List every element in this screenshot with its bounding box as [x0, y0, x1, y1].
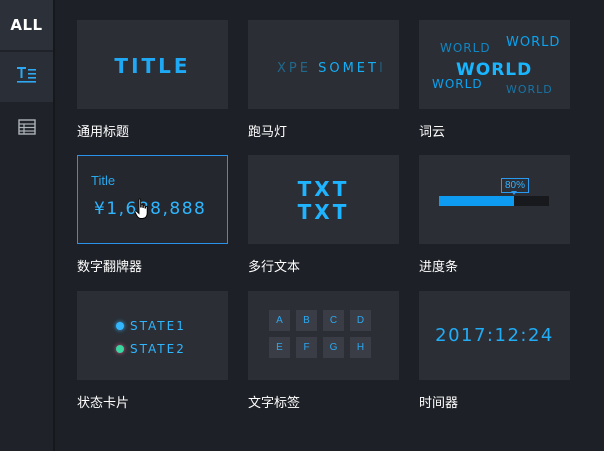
card-marquee-preview[interactable]: XPE SOMETI [248, 20, 399, 109]
card-timer-preview[interactable]: 2017:12:24 [419, 291, 570, 380]
card-progress-label: 进度条 [419, 260, 459, 275]
card-status[interactable]: STATE1 STATE2 状态卡片 [77, 291, 228, 411]
card-multiline-preview[interactable]: TXT TXT [248, 155, 399, 244]
category-all-button[interactable]: ALL [0, 0, 53, 50]
category-text-button[interactable] [0, 52, 53, 102]
status-label: STATE2 [130, 342, 186, 356]
text-format-icon [16, 66, 38, 89]
tag-chip: G [323, 337, 344, 358]
counter-preview-value: ¥1,688,888 [94, 199, 207, 219]
title-preview-text: TITLE [114, 54, 191, 78]
progress-fill [439, 196, 514, 206]
card-counter-preview[interactable]: Title ¥1,688,888 [77, 155, 228, 244]
card-progress[interactable]: 80% 进度条 [419, 155, 570, 275]
tag-chip: E [269, 337, 290, 358]
wordcloud-word: WORLD [506, 35, 561, 50]
card-tags-label: 文字标签 [248, 396, 301, 411]
card-title-label: 通用标题 [77, 125, 130, 140]
card-multiline-label: 多行文本 [248, 260, 301, 275]
progress-track [439, 196, 549, 206]
timer-preview-text: 2017:12:24 [435, 325, 554, 346]
card-wordcloud-preview[interactable]: WORLD WORLD WORLD WORLD WORLD [419, 20, 570, 109]
counter-preview-title: Title [91, 173, 116, 188]
card-multiline-text[interactable]: TXT TXT 多行文本 [248, 155, 399, 275]
tag-chip: H [350, 337, 371, 358]
status-dot-icon [116, 345, 124, 353]
card-tags[interactable]: A B C D E F G H 文字标签 [248, 291, 399, 411]
progress-pointer [511, 191, 517, 195]
card-wordcloud[interactable]: WORLD WORLD WORLD WORLD WORLD 词云 [419, 20, 570, 140]
marquee-preview-text: XPE SOMETI [277, 61, 386, 76]
card-title-preview[interactable]: TITLE [77, 20, 228, 109]
card-marquee-label: 跑马灯 [248, 125, 288, 140]
card-counter[interactable]: Title ¥1,688,888 数字翻牌器 [77, 155, 228, 275]
wordcloud-word: WORLD [506, 83, 553, 96]
wordcloud-word: WORLD [432, 77, 483, 91]
card-status-preview[interactable]: STATE1 STATE2 [77, 291, 228, 380]
card-progress-preview[interactable]: 80% [419, 155, 570, 244]
tag-grid: A B C D E F G H [269, 310, 371, 358]
card-timer[interactable]: 2017:12:24 时间器 [419, 291, 570, 411]
category-table-button[interactable] [0, 104, 53, 154]
card-status-label: 状态卡片 [77, 396, 130, 411]
status-dot-icon [116, 322, 124, 330]
card-timer-label: 时间器 [419, 396, 459, 411]
card-wordcloud-label: 词云 [419, 125, 446, 140]
table-icon [17, 118, 36, 140]
category-all-label: ALL [10, 16, 43, 34]
tag-chip: B [296, 310, 317, 331]
card-tags-preview[interactable]: A B C D E F G H [248, 291, 399, 380]
card-title[interactable]: TITLE 通用标题 [77, 20, 228, 140]
status-label: STATE1 [130, 319, 186, 333]
wordcloud-word: WORLD [440, 41, 491, 55]
tag-chip: A [269, 310, 290, 331]
tag-chip: C [323, 310, 344, 331]
multiline-preview-line: TXT [297, 200, 350, 224]
status-row: STATE2 [116, 342, 186, 356]
component-grid: TITLE 通用标题 XPE SOMETI 跑马灯 WORLD WORLD WO… [55, 0, 604, 451]
tag-chip: F [296, 337, 317, 358]
tag-chip: D [350, 310, 371, 331]
card-marquee[interactable]: XPE SOMETI 跑马灯 [248, 20, 399, 140]
sidebar: ALL [0, 0, 55, 451]
hand-cursor-icon [134, 198, 150, 225]
multiline-preview-line: TXT [297, 177, 350, 201]
card-counter-label: 数字翻牌器 [77, 260, 143, 275]
status-row: STATE1 [116, 319, 186, 333]
